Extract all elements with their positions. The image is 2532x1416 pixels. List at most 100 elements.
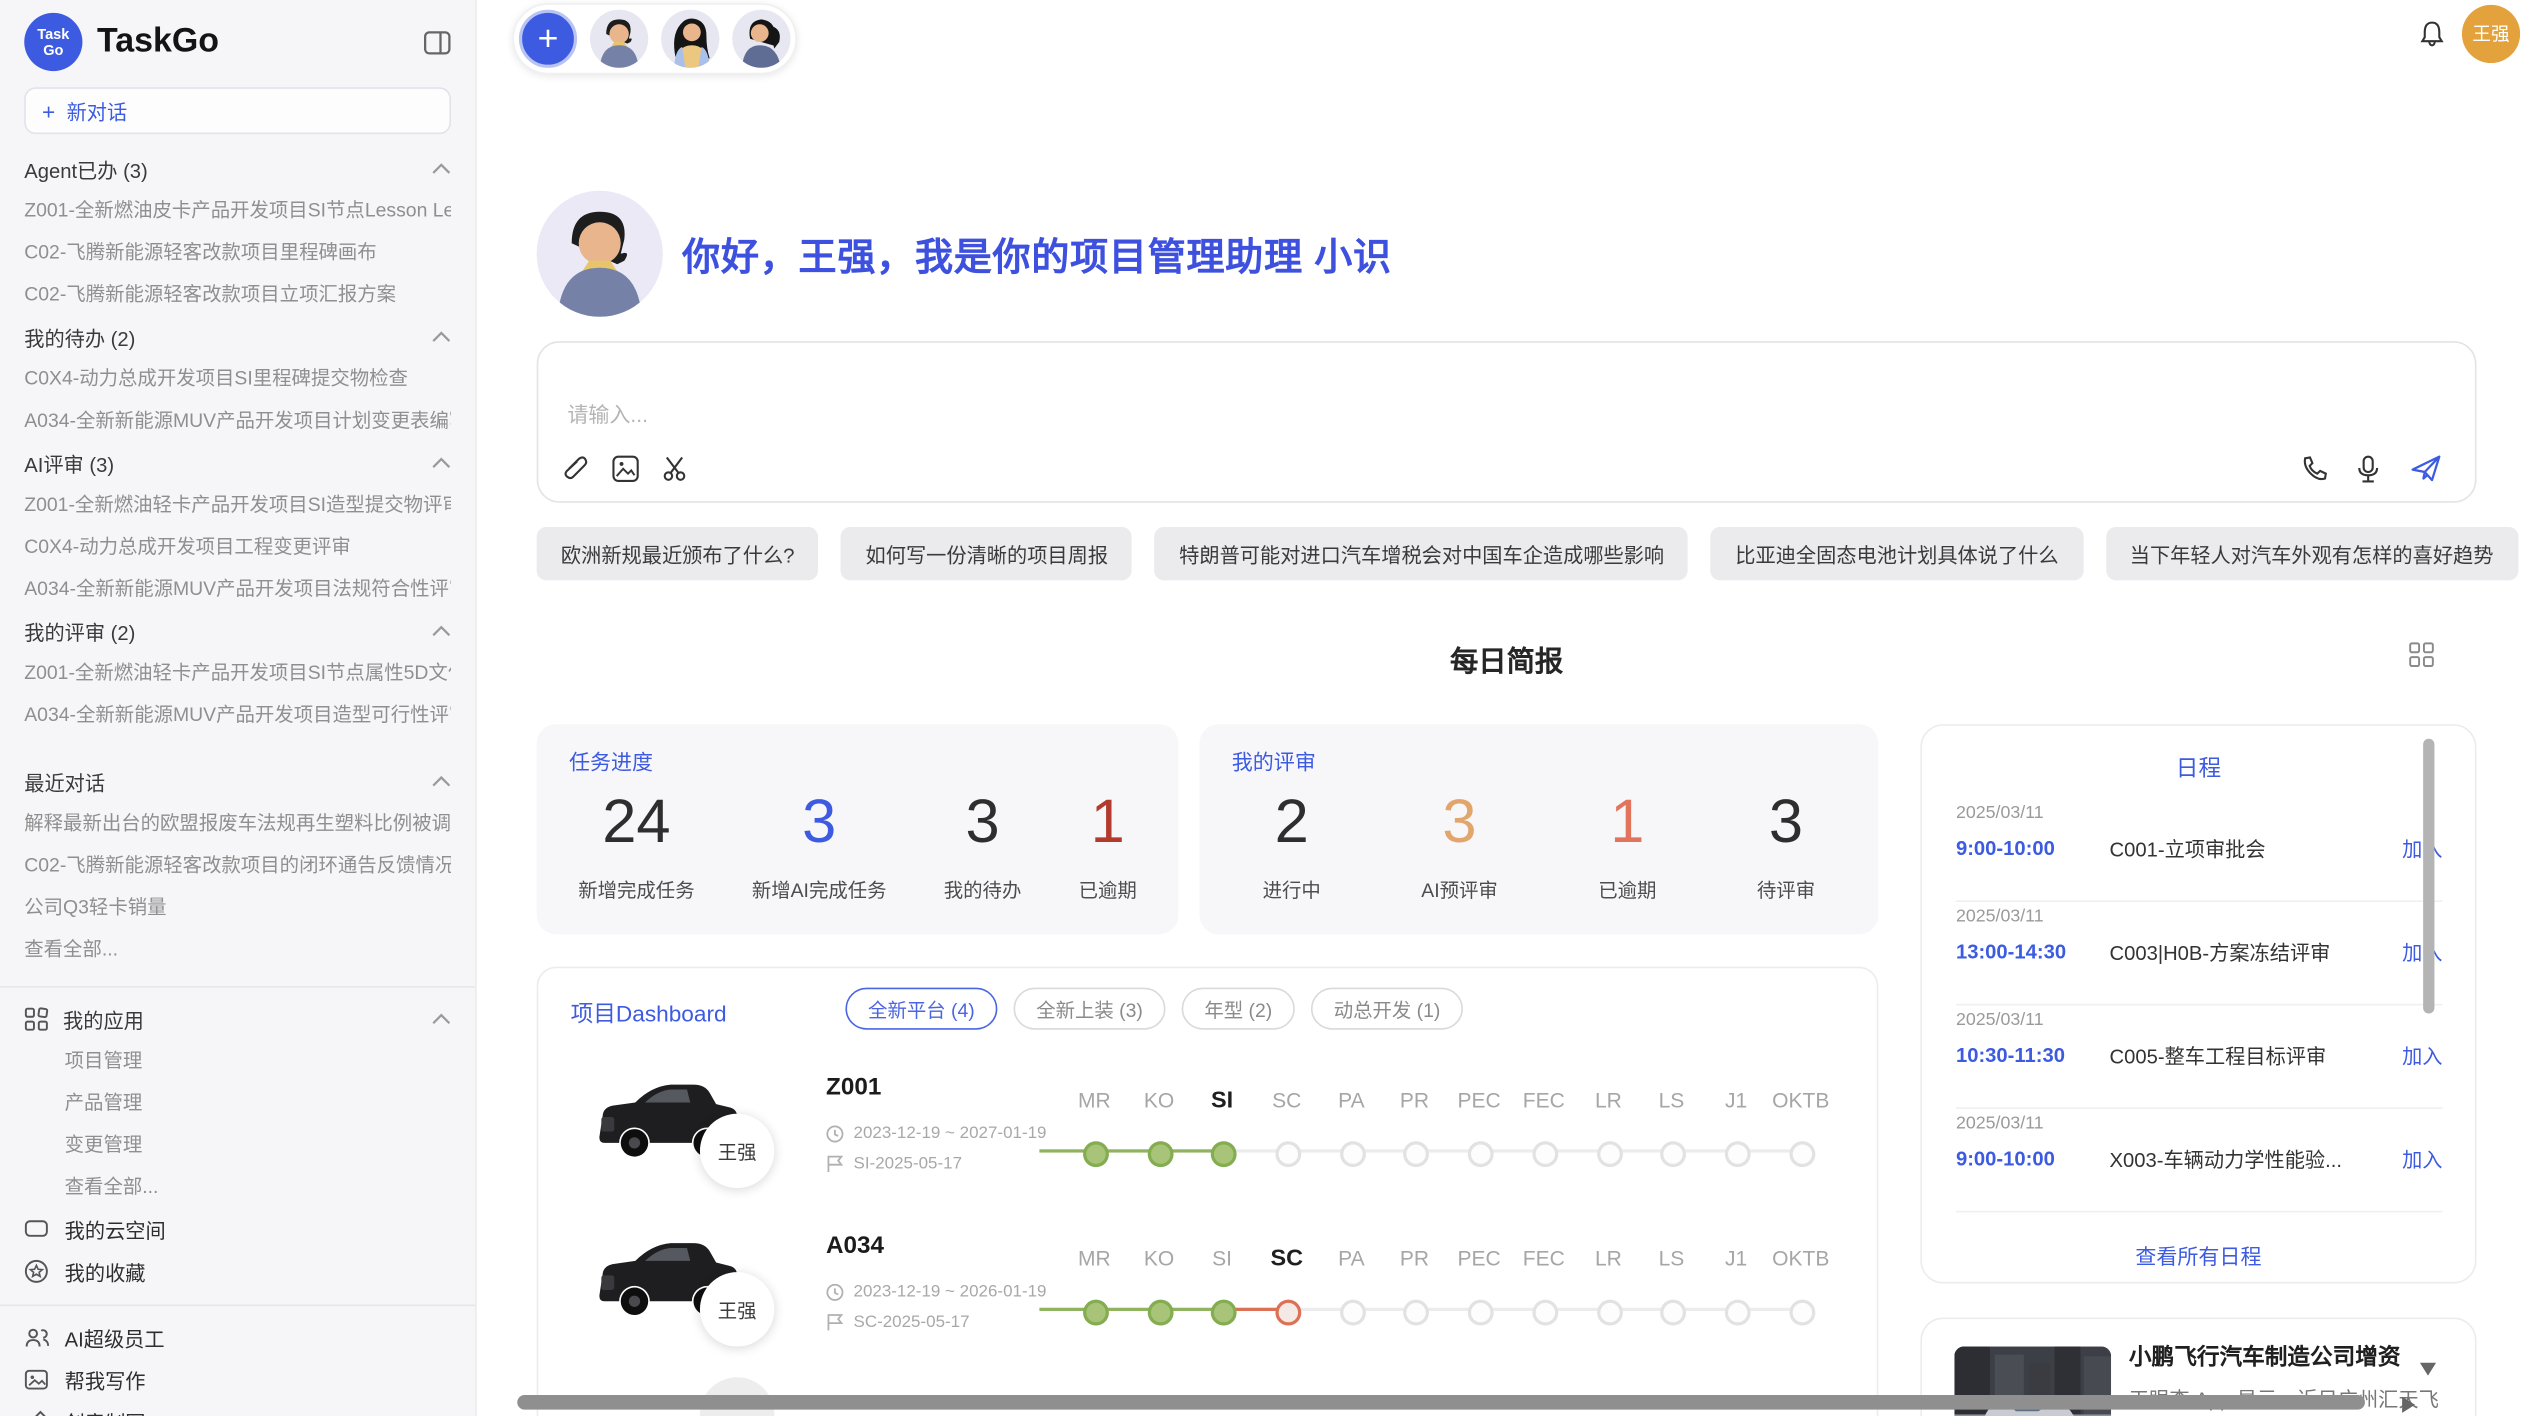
project-code: Z001 (826, 1073, 881, 1100)
attach-icon[interactable] (561, 454, 590, 483)
list-item[interactable]: C02-飞腾新能源轻客改款项目的闭环通告反馈情况 (24, 844, 451, 886)
sidebar-item-product-mgmt[interactable]: 产品管理 (24, 1081, 451, 1123)
phone-icon[interactable] (2300, 454, 2329, 483)
collapse-panel-icon[interactable] (424, 30, 451, 54)
suggestion-chip[interactable]: 当下年轻人对汽车外观有怎样的喜好趋势 (2105, 527, 2517, 580)
schedule-item: 2025/03/11 9:00-10:00 X003-车辆动力学性能验... 加… (1956, 1114, 2443, 1174)
send-icon[interactable] (2410, 454, 2439, 483)
avatar[interactable] (590, 10, 648, 68)
avatar[interactable] (732, 10, 790, 68)
scroll-down-arrow[interactable] (2420, 1363, 2436, 1376)
vertical-scrollbar-thumb[interactable] (2423, 739, 2434, 1014)
milestone-dot (1597, 1300, 1623, 1326)
project-row[interactable]: 王强 A034 2023-12-19 ~ 2026-01-19 SC-2025-… (538, 1208, 1876, 1363)
stat-new-done: 24新增完成任务 (578, 789, 694, 904)
schedule-time: 9:00-10:00 (1956, 1147, 2110, 1170)
section-ai-review[interactable]: AI评审 (3) (24, 441, 451, 483)
mic-icon[interactable] (2355, 454, 2384, 483)
scroll-right-arrow[interactable] (2402, 1397, 2415, 1413)
chevron-up-icon[interactable] (432, 775, 451, 786)
join-button[interactable]: 加入 (2402, 1143, 2442, 1174)
chevron-up-icon[interactable] (432, 1013, 451, 1024)
chevron-up-icon[interactable] (432, 457, 451, 468)
project-row[interactable]: 王强 Z001 2023-12-19 ~ 2027-01-19 SI-2025-… (538, 1049, 1876, 1204)
sidebar-item-favorites[interactable]: 我的收藏 (24, 1250, 451, 1292)
layout-grid-icon[interactable] (2409, 642, 2435, 668)
join-button[interactable]: 加入 (2402, 1039, 2442, 1070)
section-agent-done[interactable]: Agent已办 (3) (24, 147, 451, 189)
new-chat-button[interactable]: + 新对话 (24, 87, 451, 134)
sidebar-item-help-write[interactable]: 帮我写作 (24, 1358, 451, 1400)
tab-all-platform[interactable]: 全新平台 (4) (845, 988, 997, 1030)
list-item[interactable]: C0X4-动力总成开发项目工程变更评审 (24, 525, 451, 567)
notification-bell-icon[interactable] (2417, 19, 2448, 50)
milestone-dot (1597, 1141, 1623, 1167)
list-item[interactable]: 公司Q3轻卡销量 (24, 886, 451, 928)
view-all-schedule[interactable]: 查看所有日程 (1922, 1240, 2475, 1271)
suggestion-chip[interactable]: 欧洲新规最近颁布了什么? (537, 527, 819, 580)
list-item[interactable]: C02-飞腾新能源轻客改款项目立项汇报方案 (24, 273, 451, 315)
sidebar-item-cloud-space[interactable]: 我的云空间 (24, 1208, 451, 1250)
avatar[interactable] (661, 10, 719, 68)
milestone-dot (1275, 1141, 1301, 1167)
app-title: TaskGo (97, 23, 424, 62)
stat-ai-prereview: 3AI预评审 (1421, 789, 1498, 904)
list-item[interactable]: C0X4-动力总成开发项目SI里程碑提交物检查 (24, 357, 451, 399)
section-title: Agent已办 (3) (24, 153, 148, 184)
project-flag-date: SC-2025-05-17 (826, 1313, 970, 1332)
view-all-chats[interactable]: 查看全部... (24, 928, 451, 970)
chevron-up-icon[interactable] (432, 162, 451, 173)
tab-powertrain[interactable]: 动总开发 (1) (1311, 988, 1463, 1030)
logo-text-bottom: Go (43, 42, 63, 58)
stat-overdue: 1已逾期 (1079, 789, 1137, 904)
horizontal-scrollbar-thumb[interactable] (517, 1395, 2365, 1410)
sidebar-item-ai-staff[interactable]: AI超级员工 (24, 1316, 451, 1358)
suggestion-chip[interactable]: 特朗普可能对进口汽车增税会对中国车企造成哪些影响 (1155, 527, 1688, 580)
milestone-dot (1148, 1300, 1174, 1326)
user-avatar[interactable]: 王强 (2462, 5, 2520, 63)
chevron-up-icon[interactable] (432, 331, 451, 342)
section-title: AI评审 (3) (24, 447, 114, 478)
list-item[interactable]: A034-全新新能源MUV产品开发项目造型可行性评审 (24, 693, 451, 735)
section-my-apps[interactable]: 我的应用 (24, 997, 451, 1039)
section-my-review[interactable]: 我的评审 (2) (24, 609, 451, 651)
tab-year-model[interactable]: 年型 (2) (1182, 988, 1295, 1030)
chat-input-box[interactable]: 请输入... (537, 341, 2477, 503)
list-item[interactable]: A034-全新新能源MUV产品开发项目计划变更表编写 (24, 399, 451, 441)
tab-new-body[interactable]: 全新上装 (3) (1014, 988, 1166, 1030)
add-session-button[interactable]: + (519, 10, 577, 68)
logo-text-top: Task (37, 26, 69, 42)
suggestion-chip[interactable]: 比亚迪全固态电池计划具体说了什么 (1711, 527, 2083, 580)
daily-brief-title: 每日简报 (537, 640, 2477, 680)
project-dates: 2023-12-19 ~ 2027-01-19 (826, 1123, 1046, 1142)
list-item[interactable]: Z001-全新燃油轻卡产品开发项目SI造型提交物评审 (24, 483, 451, 525)
milestone-track: MR KO SI SC PA PR PEC FEC LR LS J1 OKTB (1059, 1075, 1835, 1172)
owner-badge: 王强 (700, 1272, 774, 1346)
clock-icon (826, 1283, 844, 1301)
card-title: 我的评审 (1232, 745, 1316, 776)
sidebar-item-project-mgmt[interactable]: 项目管理 (24, 1039, 451, 1081)
list-item[interactable]: A034-全新新能源MUV产品开发项目法规符合性评审 (24, 567, 451, 609)
my-review-card: 我的评审 2进行中 3AI预评审 1已逾期 3待评审 (1199, 724, 1878, 934)
chevron-up-icon[interactable] (432, 625, 451, 636)
section-recent-chats[interactable]: 最近对话 (24, 760, 451, 802)
list-item[interactable]: 解释最新出台的欧盟报废车法规再生塑料比例被调至15%... (24, 802, 451, 844)
sidebar-item-creative-draw[interactable]: 创意制图 (24, 1400, 451, 1416)
section-my-todo[interactable]: 我的待办 (2) (24, 315, 451, 357)
dashboard-tabs: 全新平台 (4) 全新上装 (3) 年型 (2) 动总开发 (1) (845, 988, 1463, 1030)
view-all-apps[interactable]: 查看全部... (24, 1165, 451, 1207)
image-icon[interactable] (611, 454, 640, 483)
assistant-avatar (537, 191, 663, 317)
scissors-icon[interactable] (661, 454, 690, 483)
list-item[interactable]: Z001-全新燃油皮卡产品开发项目SI节点Lesson Learn报告 (24, 189, 451, 231)
suggestion-chip[interactable]: 如何写一份清晰的项目周报 (841, 527, 1132, 580)
list-item[interactable]: C02-飞腾新能源轻客改款项目里程碑画布 (24, 231, 451, 273)
milestone-dot (1468, 1141, 1494, 1167)
divider (1956, 1211, 2443, 1213)
divider (1956, 1107, 2443, 1109)
list-item[interactable]: Z001-全新燃油轻卡产品开发项目SI节点属性5D文件评审 (24, 651, 451, 693)
schedule-time: 9:00-10:00 (1956, 837, 2110, 860)
schedule-date: 2025/03/11 (1956, 1010, 2443, 1029)
plus-icon: + (42, 98, 55, 124)
sidebar-item-change-mgmt[interactable]: 变更管理 (24, 1123, 451, 1165)
